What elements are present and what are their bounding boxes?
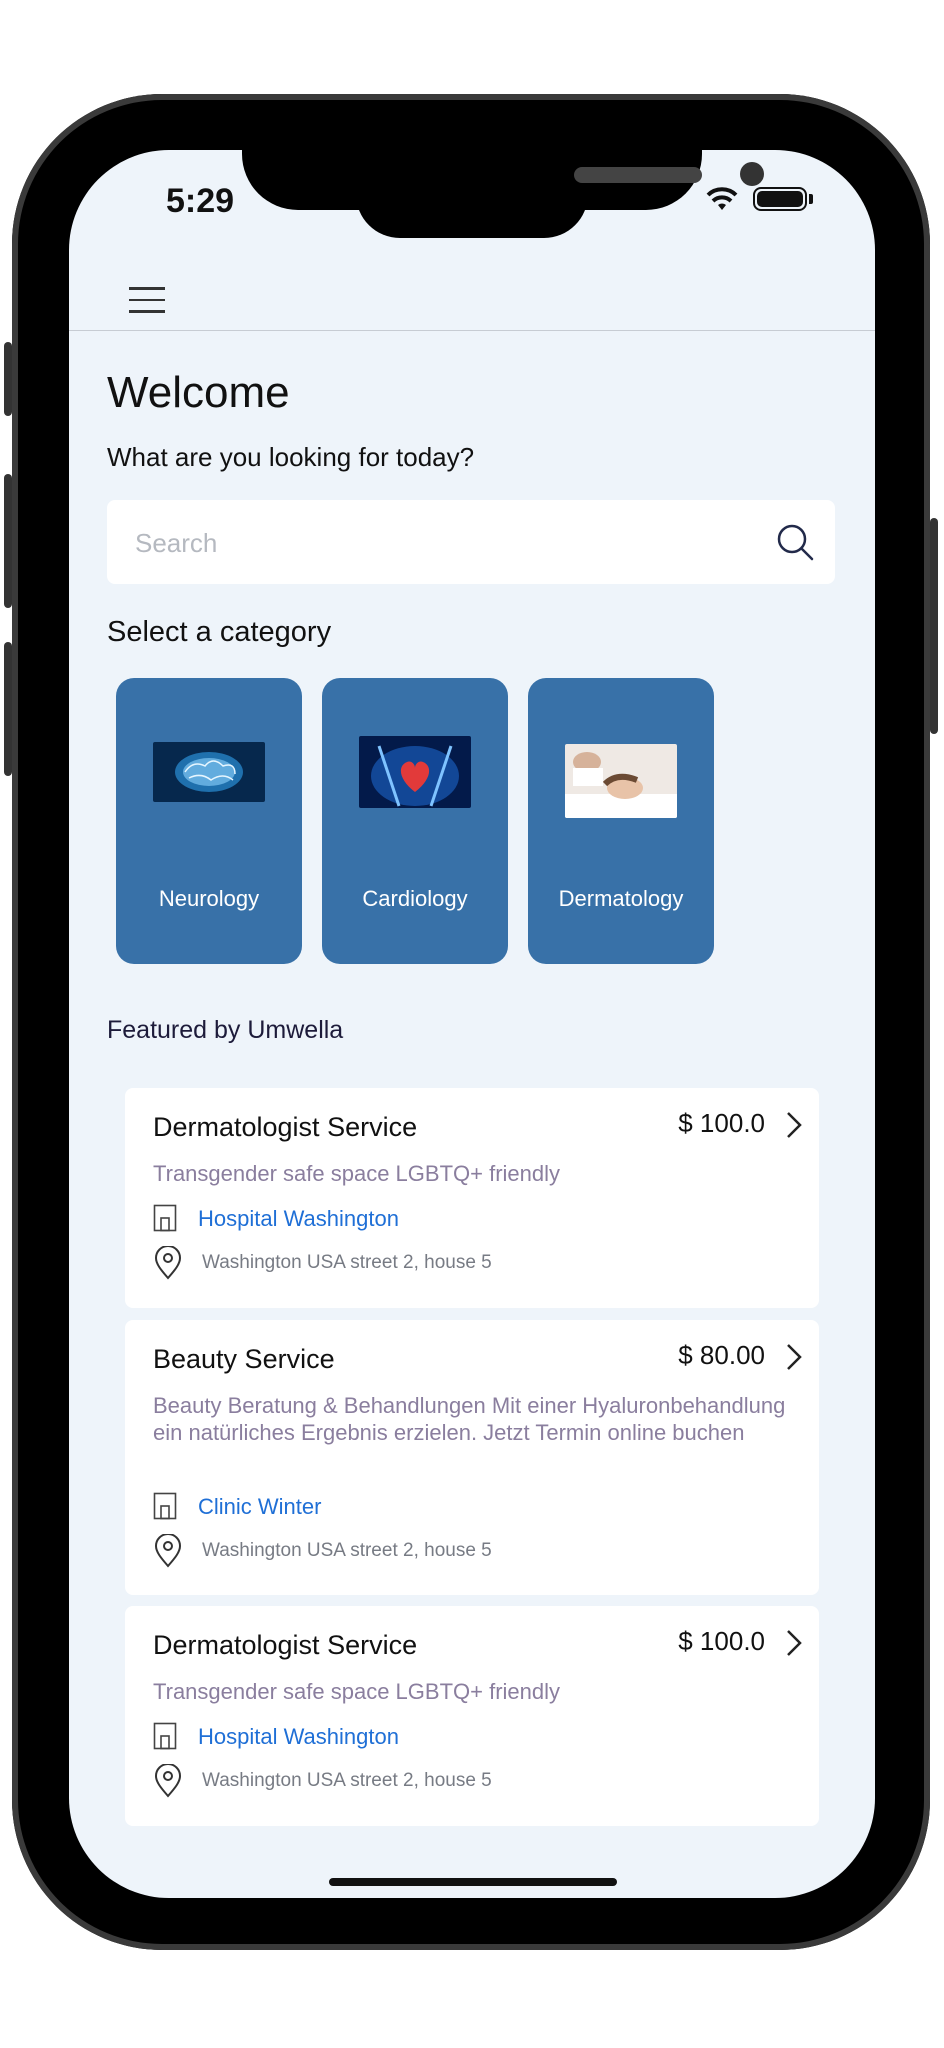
building-icon xyxy=(153,1492,177,1520)
service-card[interactable]: Dermatologist Service $ 100.0 Transgende… xyxy=(125,1606,819,1826)
front-camera xyxy=(740,162,764,186)
status-icons xyxy=(705,186,813,212)
category-dermatology[interactable]: Dermatology xyxy=(528,678,714,964)
service-card[interactable]: Dermatologist Service $ 100.0 Transgende… xyxy=(125,1088,819,1308)
category-label: Dermatology xyxy=(558,886,684,911)
brain-image xyxy=(153,742,265,802)
service-description: Transgender safe space LGBTQ+ friendly xyxy=(153,1679,560,1704)
hospital-link[interactable]: Clinic Winter xyxy=(198,1494,321,1520)
building-icon xyxy=(153,1204,177,1232)
category-label: Cardiology xyxy=(362,886,468,911)
category-neurology[interactable]: Neurology xyxy=(116,678,302,964)
phone-power-button xyxy=(930,518,938,734)
speaker xyxy=(574,167,702,183)
location-pin-icon xyxy=(154,1246,182,1280)
category-cardiology[interactable]: Cardiology xyxy=(322,678,508,964)
hamburger-menu-icon[interactable] xyxy=(129,287,165,315)
service-description: Transgender safe space LGBTQ+ friendly xyxy=(153,1161,560,1186)
search-icon[interactable] xyxy=(775,522,815,562)
service-title: Beauty Service xyxy=(153,1344,335,1374)
facial-treatment-image xyxy=(565,744,677,818)
location-pin-icon xyxy=(154,1534,182,1568)
app-screen: 5:29 Welcome What are you looking for to… xyxy=(69,150,875,1898)
battery-icon xyxy=(753,187,807,211)
service-address: Washington USA street 2, house 5 xyxy=(202,1252,492,1273)
service-title: Dermatologist Service xyxy=(153,1112,418,1142)
page-subtitle: What are you looking for today? xyxy=(107,442,475,472)
service-price: $ 100.0 xyxy=(678,1108,765,1138)
category-list: Neurology Cardiology Dermatology xyxy=(116,678,714,964)
category-label: Neurology xyxy=(158,886,260,911)
service-title: Dermatologist Service xyxy=(153,1630,418,1660)
featured-section-title: Featured by Umwella xyxy=(107,1016,344,1044)
phone-volume-up-button xyxy=(4,474,12,608)
top-bar xyxy=(69,250,875,331)
phone-side-button xyxy=(4,342,12,416)
building-icon xyxy=(153,1722,177,1750)
wifi-icon xyxy=(706,187,738,210)
status-time: 5:29 xyxy=(166,182,235,220)
location-pin-icon xyxy=(154,1764,182,1798)
service-card[interactable]: Beauty Service $ 80.00 Beauty Beratung &… xyxy=(125,1320,819,1595)
heart-image xyxy=(359,736,471,808)
chevron-right-icon[interactable] xyxy=(783,1628,805,1658)
service-price: $ 80.00 xyxy=(678,1340,765,1370)
service-address: Washington USA street 2, house 5 xyxy=(202,1770,492,1791)
category-section-title: Select a category xyxy=(107,616,332,648)
battery-cap xyxy=(809,194,813,204)
home-indicator[interactable] xyxy=(329,1878,617,1886)
hospital-link[interactable]: Hospital Washington xyxy=(198,1724,399,1750)
search-bar xyxy=(107,500,835,586)
notch-bump xyxy=(356,190,588,238)
chevron-right-icon[interactable] xyxy=(783,1110,805,1140)
hospital-link[interactable]: Hospital Washington xyxy=(198,1206,399,1232)
phone-volume-down-button xyxy=(4,642,12,776)
search-input[interactable] xyxy=(133,500,737,586)
page-title: Welcome xyxy=(107,368,290,417)
chevron-right-icon[interactable] xyxy=(783,1342,805,1372)
service-price: $ 100.0 xyxy=(678,1626,765,1656)
service-address: Washington USA street 2, house 5 xyxy=(202,1540,492,1561)
service-description: Beauty Beratung & Behandlungen Mit einer… xyxy=(153,1393,786,1445)
